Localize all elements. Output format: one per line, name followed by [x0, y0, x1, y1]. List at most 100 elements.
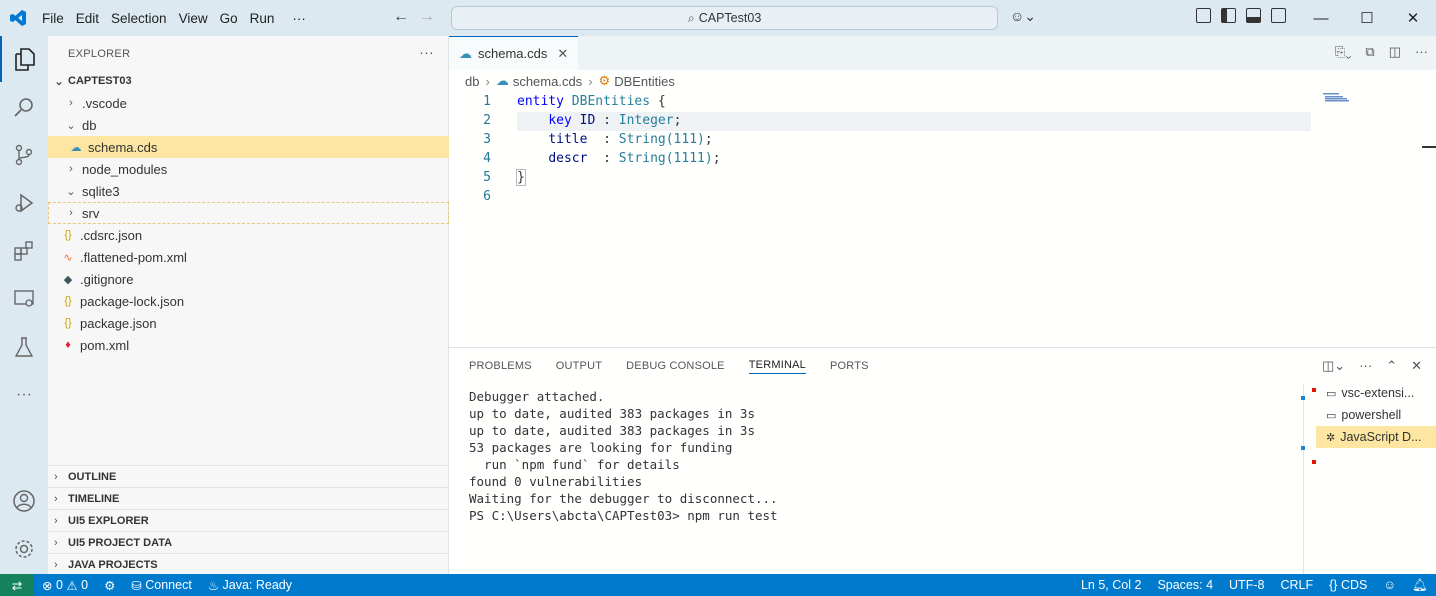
chevron-right-icon: › [54, 470, 58, 483]
maximize-icon[interactable]: ☐ [1344, 0, 1390, 36]
menu-file[interactable]: File [36, 11, 70, 26]
code-text: key ID : Integer; [548, 113, 682, 128]
forward-arrow-icon[interactable]: → [419, 8, 435, 26]
tree-item-srv[interactable]: › srv [48, 202, 449, 224]
terminal-item[interactable]: ✲ JavaScript D... [1316, 426, 1436, 448]
tree-item-pom-xml[interactable]: ♦ pom.xml [48, 334, 449, 356]
tree-item-db[interactable]: ⌄ db [48, 114, 449, 136]
section-timeline[interactable]: › TIMELINE [48, 487, 449, 509]
terminal-output[interactable]: Debugger attached. up to date, audited 38… [469, 388, 778, 524]
remote-explorer-icon[interactable] [0, 276, 48, 322]
tree-item-flattened-pom[interactable]: ∿ .flattened-pom.xml [48, 246, 449, 268]
rss-file-icon: ∿ [63, 251, 73, 264]
section-ui5-project-data[interactable]: › UI5 PROJECT DATA [48, 531, 449, 553]
breadcrumb-schema[interactable]: schema.cds [513, 74, 582, 89]
tree-item-package-lock-json[interactable]: {} package-lock.json [48, 290, 449, 312]
tree-item-vscode[interactable]: › .vscode [48, 92, 449, 114]
open-preview-icon[interactable]: ⧉ [1365, 44, 1374, 60]
settings-gear-icon[interactable] [0, 526, 48, 572]
json-file-icon: {} [64, 295, 72, 307]
chevron-right-icon: › [69, 97, 73, 109]
toggle-panel-icon[interactable] [1246, 8, 1261, 23]
problems-status[interactable]: ⊗ 0 ⚠ 0 [34, 578, 96, 593]
extensions-icon[interactable] [0, 228, 48, 274]
tab-debug-console[interactable]: DEBUG CONSOLE [626, 360, 725, 372]
menu-more[interactable]: ··· [286, 11, 312, 26]
toggle-secondary-sidebar-icon[interactable] [1271, 8, 1286, 23]
command-center-search[interactable]: ⌕ CAPTest03 [451, 6, 998, 30]
notifications-bell-icon[interactable]: 🔔︎ [1404, 578, 1436, 593]
menu-view[interactable]: View [173, 11, 214, 26]
code-line: 6 [449, 187, 1436, 206]
section-ui5-explorer[interactable]: › UI5 EXPLORER [48, 509, 449, 531]
more-views-icon[interactable]: ··· [0, 372, 48, 418]
explorer-more-icon[interactable]: ··· [419, 44, 434, 60]
tree-item-schema-cds[interactable]: ☁ schema.cds [48, 136, 449, 158]
copilot-icon[interactable]: ☺⌄ [1010, 8, 1036, 25]
minimap[interactable] [1322, 92, 1422, 347]
tree-item-package-json[interactable]: {} package.json [48, 312, 449, 334]
menu-selection[interactable]: Selection [105, 11, 173, 26]
explorer-header: EXPLORER ··· [48, 36, 448, 71]
workspace-root[interactable]: ⌄ CAPTEST03 [48, 70, 449, 92]
remote-indicator-icon[interactable]: ⇄ [0, 574, 34, 596]
back-arrow-icon[interactable]: ← [393, 8, 409, 26]
terminal-item[interactable]: ▭ powershell [1316, 404, 1436, 426]
tab-problems[interactable]: PROBLEMS [469, 360, 532, 372]
compare-icon[interactable]: ⎘⌄ [1335, 44, 1352, 60]
close-panel-icon[interactable]: ✕ [1411, 358, 1422, 374]
tab-ports[interactable]: PORTS [830, 360, 869, 372]
language-mode[interactable]: {} CDS [1321, 578, 1375, 592]
debug-status-icon[interactable]: ⚙ [96, 578, 123, 593]
menu-edit[interactable]: Edit [70, 11, 105, 26]
tree-item-node-modules[interactable]: › node_modules [48, 158, 449, 180]
encoding[interactable]: UTF-8 [1221, 578, 1272, 592]
tree-item-label: schema.cds [88, 139, 158, 155]
java-label: Java: Ready [222, 578, 292, 592]
tree-item-sqlite3[interactable]: ⌄ sqlite3 [48, 180, 449, 202]
indentation[interactable]: Spaces: 4 [1149, 578, 1221, 592]
code-text: descr : String(1111); [548, 151, 721, 166]
tree-item-label: .cdsrc.json [80, 227, 143, 243]
terminal-item[interactable]: ▭ vsc-extensi... [1316, 382, 1436, 404]
section-label: UI5 PROJECT DATA [68, 536, 173, 549]
tree-item-cdsrc-json[interactable]: {} .cdsrc.json [48, 224, 449, 246]
code-editor[interactable]: 1 entity DBEntities { 2 key ID : Integer… [449, 92, 1436, 206]
maximize-panel-icon[interactable]: ⌃ [1386, 358, 1397, 374]
panel-more-icon[interactable]: ··· [1359, 358, 1372, 374]
menu-go[interactable]: Go [214, 11, 244, 26]
minimize-icon[interactable]: — [1298, 0, 1344, 36]
toggle-sidebar-icon[interactable] [1221, 8, 1236, 23]
tab-schema-cds[interactable]: ☁ schema.cds ✕ [449, 36, 579, 70]
split-editor-icon[interactable]: ◫ [1389, 44, 1401, 60]
terminal-icon: ▭ [1326, 409, 1337, 422]
testing-icon[interactable] [0, 324, 48, 370]
tab-output[interactable]: OUTPUT [556, 360, 602, 372]
account-icon[interactable] [0, 478, 48, 524]
source-control-icon[interactable] [0, 132, 48, 178]
breadcrumb-entity[interactable]: DBEntities [614, 74, 675, 89]
end-of-line[interactable]: CRLF [1272, 578, 1321, 592]
chevron-right-icon: › [54, 558, 58, 571]
java-status[interactable]: ♨ Java: Ready [200, 578, 300, 593]
cursor-position[interactable]: Ln 5, Col 2 [1073, 578, 1149, 592]
tab-terminal[interactable]: TERMINAL [748, 359, 806, 374]
search-sidebar-icon[interactable] [0, 84, 48, 130]
terminal-scrollbar[interactable] [1301, 384, 1317, 575]
split-terminal-icon[interactable]: ◫⌄ [1322, 358, 1345, 374]
customize-layout-icon[interactable] [1196, 8, 1211, 23]
tree-item-gitignore[interactable]: ◆ .gitignore [48, 268, 449, 290]
explorer-icon[interactable] [0, 36, 48, 82]
section-outline[interactable]: › OUTLINE [48, 465, 449, 487]
error-icon: ⊗ [42, 578, 53, 593]
close-window-icon[interactable]: ✕ [1390, 0, 1436, 36]
breadcrumb-db[interactable]: db [465, 74, 479, 89]
section-java-projects[interactable]: › JAVA PROJECTS [48, 553, 449, 575]
close-tab-icon[interactable]: ✕ [557, 46, 568, 62]
menu-run[interactable]: Run [244, 11, 281, 26]
copilot-status-icon[interactable]: ☺ [1375, 578, 1404, 592]
editor-more-icon[interactable]: ··· [1415, 44, 1428, 60]
connect-status[interactable]: ⛁ Connect [123, 578, 200, 593]
workspace-root-label: CAPTEST03 [68, 75, 132, 87]
run-debug-icon[interactable] [0, 180, 48, 226]
